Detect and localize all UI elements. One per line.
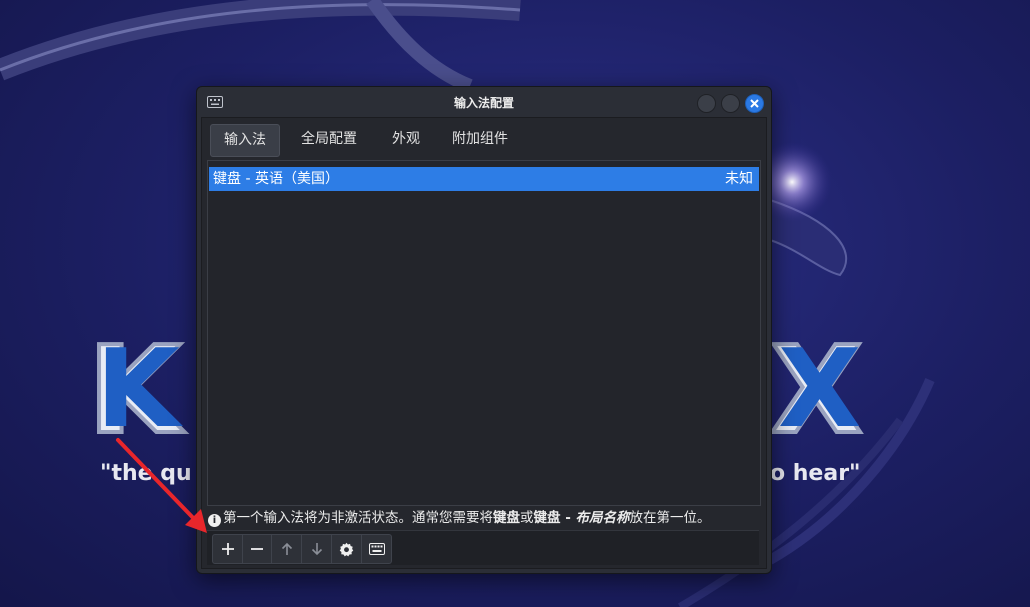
input-method-status: 未知	[725, 171, 753, 187]
add-button[interactable]	[213, 535, 243, 563]
configure-button[interactable]	[332, 535, 362, 563]
close-icon	[750, 99, 759, 108]
hint-bold-keyboard-layout: 键盘 -	[533, 510, 576, 526]
input-method-config-window: 输入法配置 输入法 全局配置 外观 附加组件 键盘 - 英语（美国） 未知 i第…	[196, 86, 772, 574]
tab-addons[interactable]: 附加组件	[442, 124, 518, 155]
toolbar-button-group	[212, 534, 392, 564]
tab-input-method[interactable]: 输入法	[210, 124, 280, 157]
remove-button[interactable]	[242, 535, 272, 563]
move-down-icon	[311, 543, 322, 556]
hint-bold-keyboard: 键盘	[493, 510, 520, 526]
add-icon	[221, 543, 234, 555]
svg-text:K: K	[96, 327, 183, 452]
configure-icon	[339, 542, 354, 556]
svg-text:o hear": o hear"	[770, 461, 861, 486]
tab-appearance[interactable]: 外观	[380, 124, 432, 155]
hint-text: i 第一个输入法将为非激活状态。通常您需要将键盘或键盘 - 布局名称放在第一位。	[208, 508, 760, 528]
input-method-list[interactable]: 键盘 - 英语（美国） 未知	[207, 160, 761, 506]
remove-icon	[250, 548, 263, 550]
keyboard-layout-button[interactable]	[362, 535, 391, 563]
title-bar[interactable]: 输入法配置	[197, 87, 771, 117]
annotation-arrow	[116, 438, 207, 533]
maximize-button[interactable]	[721, 94, 740, 113]
tab-global-config[interactable]: 全局配置	[287, 124, 371, 155]
hint-suffix: 放在第一位。	[629, 510, 711, 526]
content-panel: 输入法 全局配置 外观 附加组件 键盘 - 英语（美国） 未知 i 第一个输入法将…	[201, 117, 767, 569]
move-down-button[interactable]	[302, 535, 332, 563]
hint-mid: 或	[520, 510, 534, 526]
move-up-icon	[281, 542, 292, 555]
move-up-button[interactable]	[272, 535, 302, 563]
input-method-name: 键盘 - 英语（美国）	[213, 171, 339, 187]
minimize-button[interactable]	[697, 94, 716, 113]
hint-prefix: 第一个输入法将为非激活状态。通常您需要将	[223, 510, 493, 526]
list-item[interactable]: 键盘 - 英语（美国） 未知	[209, 167, 759, 191]
hint-layout-name: 布局名称	[575, 510, 630, 526]
bottom-toolbar	[207, 530, 759, 565]
keyboard-layout-icon	[368, 543, 385, 555]
window-title: 输入法配置	[453, 96, 514, 110]
svg-text:X: X	[778, 327, 861, 452]
close-button[interactable]	[745, 94, 764, 113]
